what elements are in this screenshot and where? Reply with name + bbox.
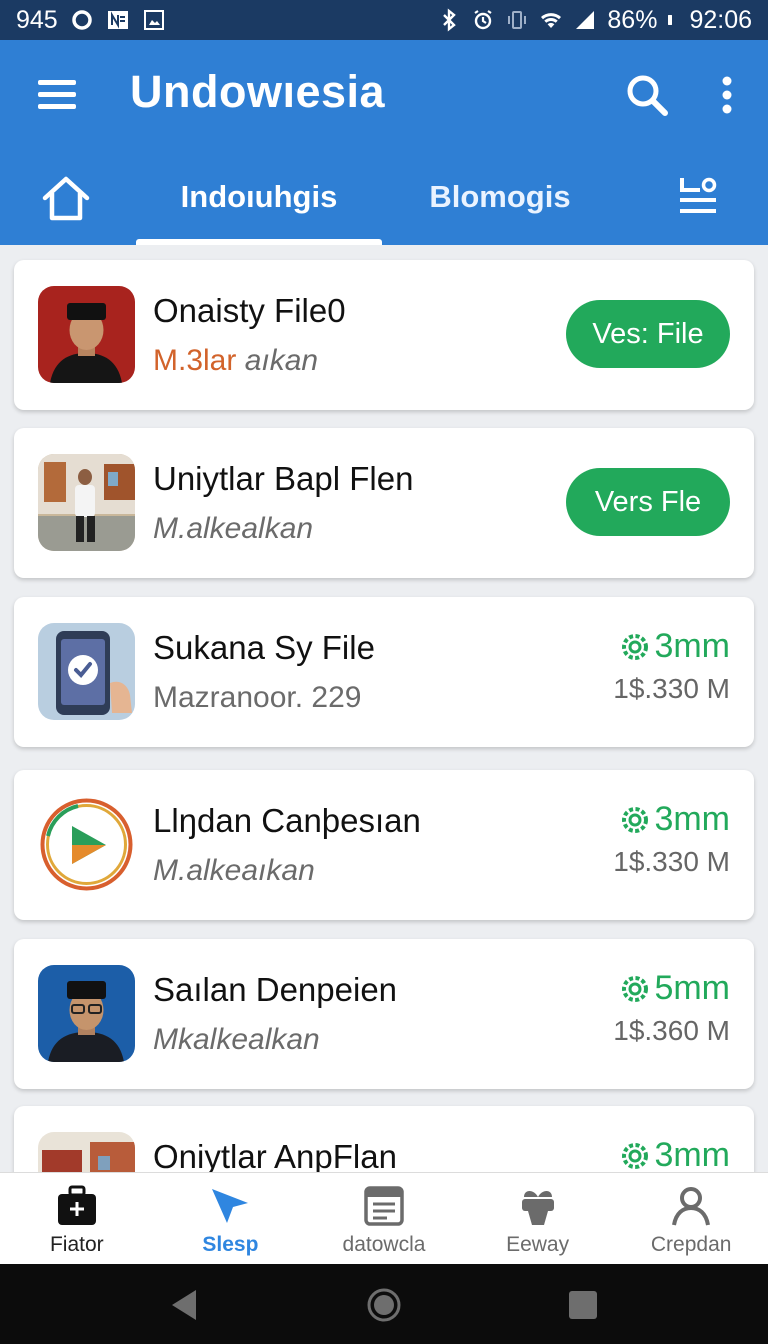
price-value: 1$.360 M bbox=[613, 1015, 730, 1046]
bluetooth-icon bbox=[443, 8, 457, 32]
item-subtitle: M.3lar aıkan bbox=[153, 344, 318, 378]
recents-icon[interactable] bbox=[564, 1286, 602, 1324]
item-title: Uniytlar Bapl Flen bbox=[153, 460, 414, 497]
vibrate-icon bbox=[508, 11, 527, 29]
tab-label: Blomogis bbox=[429, 178, 571, 214]
filter-list-icon[interactable] bbox=[676, 176, 720, 218]
play-logo-icon bbox=[38, 796, 135, 893]
view-file-button[interactable]: Ves: File bbox=[566, 300, 730, 368]
active-tab-indicator bbox=[136, 239, 382, 245]
size-badge: 3mm bbox=[620, 800, 730, 839]
item-subtitle: M.alkeaıkan bbox=[153, 854, 315, 887]
photo-man-house bbox=[38, 454, 135, 551]
item-subtitle: Mkalkealkan bbox=[153, 1023, 320, 1056]
avatar-man-peci-red bbox=[38, 286, 135, 383]
item-title: Saılan Denpeien bbox=[153, 971, 398, 1008]
status-left-text: 945 bbox=[16, 5, 58, 34]
nav-item-fiator[interactable]: Fiator bbox=[0, 1173, 154, 1264]
status-right: 86% 92:06 bbox=[437, 6, 752, 35]
size-value: 5mm bbox=[654, 969, 730, 1007]
hamburger-menu-icon[interactable] bbox=[36, 74, 78, 114]
briefcase-icon bbox=[57, 1185, 96, 1225]
nav-item-datowcla[interactable]: datowcla bbox=[307, 1173, 461, 1264]
gear-badge-icon bbox=[622, 975, 649, 1002]
search-icon[interactable] bbox=[624, 72, 670, 118]
size-value: 3mm bbox=[654, 627, 730, 665]
price-value: 1$.330 M bbox=[613, 673, 730, 704]
nav-label: Fiator bbox=[49, 1233, 104, 1256]
list-item[interactable]: Onaisty File0 M.3lar aıkan Ves: File bbox=[14, 260, 754, 410]
sync-circle-icon bbox=[71, 10, 92, 30]
document-icon bbox=[364, 1186, 404, 1226]
app-screen: 945 86% 92:06 Undowıesia Indoıuhgis Blom… bbox=[0, 0, 768, 1344]
nav-label: datowcla bbox=[342, 1233, 426, 1256]
list-item[interactable]: Saılan Denpeien Mkalkealkan 5mm 1$.360 M bbox=[14, 939, 754, 1089]
gear-badge-icon bbox=[622, 806, 649, 833]
gear-badge-icon bbox=[622, 1142, 649, 1169]
signal-icon bbox=[576, 11, 595, 29]
back-icon[interactable] bbox=[166, 1286, 204, 1324]
item-title: Oniytlar AnpFlan bbox=[153, 1138, 397, 1175]
size-badge: 3mm bbox=[620, 1136, 730, 1175]
nav-item-crepdan[interactable]: Crepdan bbox=[614, 1173, 768, 1264]
list-item[interactable]: Uniytlar Bapl Flen M.alkealkan Vers Fle bbox=[14, 428, 754, 578]
status-bar: 945 86% 92:06 bbox=[0, 0, 768, 40]
view-file-button[interactable]: Vers Fle bbox=[566, 468, 730, 536]
nav-label: Crepdan bbox=[650, 1233, 732, 1256]
item-subtitle: M.alkealkan bbox=[153, 512, 314, 545]
item-subtitle-accent: M.3lar bbox=[153, 344, 237, 377]
more-vert-icon[interactable] bbox=[714, 74, 740, 116]
send-icon bbox=[212, 1189, 249, 1223]
system-navigation-bar bbox=[0, 1264, 768, 1344]
wifi-icon bbox=[541, 13, 562, 28]
home-circle-icon[interactable] bbox=[365, 1286, 403, 1324]
app-title: Undowıesia bbox=[130, 66, 386, 117]
battery-icon bbox=[668, 15, 673, 25]
app-bar-top-row: Undowıesia bbox=[0, 40, 768, 148]
item-title: Sukana Sy File bbox=[153, 629, 375, 666]
size-badge: 5mm bbox=[620, 969, 730, 1008]
list-item[interactable]: Llŋdan Canþesıan M.alkeaıkan 3mm 1$.330 … bbox=[14, 770, 754, 920]
phone-checkmark-icon bbox=[38, 623, 135, 720]
item-subtitle: Mazranoor. 229 bbox=[153, 681, 362, 714]
bottom-navigation: Fiator Slesp datowcla Eeway Crepdan bbox=[0, 1172, 768, 1264]
nav-label: Eeway bbox=[506, 1233, 570, 1256]
home-icon[interactable] bbox=[40, 174, 92, 222]
tab-indoiuhgis[interactable]: Indoıuhgis bbox=[136, 148, 382, 245]
battery-percent: 86% bbox=[607, 5, 658, 34]
size-value: 3mm bbox=[654, 1136, 730, 1174]
tab-label: Indoıuhgis bbox=[180, 178, 338, 214]
status-left: 945 bbox=[16, 6, 166, 35]
size-value: 3mm bbox=[654, 800, 730, 838]
status-time: 92:06 bbox=[689, 5, 752, 34]
avatar-man-glasses-blue bbox=[38, 965, 135, 1062]
item-title: Onaisty File0 bbox=[153, 292, 346, 329]
list-item[interactable]: Sukana Sy File Mazranoor. 229 3mm 1$.330… bbox=[14, 597, 754, 747]
item-subtitle-rest: aıkan bbox=[236, 344, 319, 377]
tab-blomogis[interactable]: Blomogis bbox=[410, 148, 590, 245]
person-icon bbox=[672, 1187, 711, 1226]
gift-icon bbox=[521, 1191, 554, 1225]
nav-item-eeway[interactable]: Eeway bbox=[461, 1173, 615, 1264]
app-bar: Undowıesia Indoıuhgis Blomogis bbox=[0, 40, 768, 245]
gear-badge-icon bbox=[622, 633, 649, 660]
photo-notification-icon bbox=[143, 10, 164, 30]
item-title: Llŋdan Canþesıan bbox=[153, 802, 421, 839]
size-badge: 3mm bbox=[620, 627, 730, 666]
nav-label: Slesp bbox=[202, 1233, 259, 1256]
nav-item-slesp[interactable]: Slesp bbox=[154, 1173, 308, 1264]
alarm-icon bbox=[474, 10, 493, 30]
price-value: 1$.330 M bbox=[613, 846, 730, 877]
tab-bar: Indoıuhgis Blomogis bbox=[0, 148, 768, 245]
news-icon bbox=[107, 11, 128, 29]
